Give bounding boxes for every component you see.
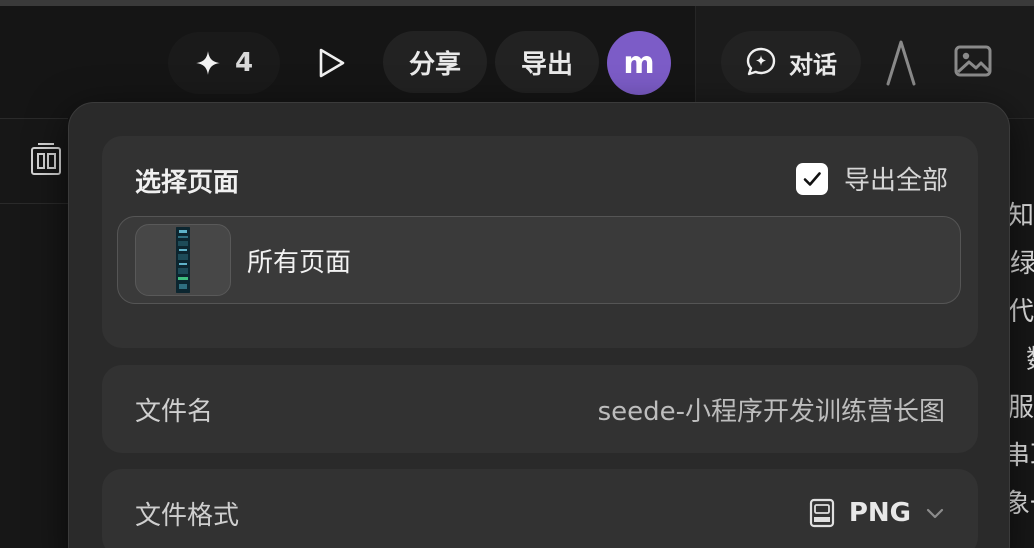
left-panel-divider (0, 203, 68, 204)
chat-button[interactable]: 对话 (721, 31, 861, 93)
image-icon[interactable] (954, 44, 992, 78)
ai-credits-count: 4 (234, 48, 254, 78)
select-page-card: 选择页面 导出全部 所有页面 (102, 136, 978, 348)
sparkle-icon (196, 51, 220, 75)
side-text: 知 (1008, 201, 1034, 231)
export-all-toggle[interactable]: 导出全部 (795, 160, 948, 197)
filename-input[interactable]: seede-小程序开发训练营长图 (598, 391, 945, 428)
chat-label: 对话 (789, 50, 837, 79)
export-button[interactable]: 导出 (495, 31, 599, 93)
select-page-title: 选择页面 (135, 168, 240, 198)
panel-toggle-icon[interactable] (30, 142, 64, 178)
play-icon (319, 48, 345, 78)
left-panel (0, 118, 68, 548)
file-format-select[interactable]: PNG (809, 498, 945, 528)
file-format-label: 文件格式 (135, 500, 240, 531)
user-avatar[interactable]: m (607, 31, 671, 95)
png-file-icon (809, 498, 834, 528)
ai-credits-button[interactable]: 4 (168, 32, 280, 94)
file-format-row: 文件格式 PNG (102, 469, 978, 548)
filename-label: 文件名 (135, 396, 214, 427)
chat-icon (746, 47, 776, 76)
file-format-value: PNG (848, 498, 911, 528)
page-thumbnail-preview (176, 227, 190, 293)
checkmark-icon (803, 171, 821, 186)
export-popover: 选择页面 导出全部 所有页面 文件名 seede-小程序开发训练营长图 文件格式… (68, 102, 1010, 548)
share-button[interactable]: 分享 (383, 31, 487, 93)
page-option-label: 所有页面 (247, 247, 352, 278)
filename-row[interactable]: 文件名 seede-小程序开发训练营长图 (102, 365, 978, 453)
page-option-all[interactable]: 所有页面 (117, 216, 961, 304)
right-panel: 知 绿 代 数 服 串耳 象一 (1008, 118, 1034, 548)
side-text: 串耳 (1008, 443, 1034, 469)
side-text: 服 (1008, 393, 1034, 423)
side-text: 绿 (1010, 249, 1034, 279)
side-text: 代 (1008, 297, 1034, 327)
side-text: 数 (1026, 347, 1034, 373)
export-all-checkbox[interactable] (795, 162, 828, 195)
play-button[interactable] (300, 32, 364, 94)
page-thumbnail (135, 224, 231, 296)
chevron-down-icon (926, 508, 944, 519)
text-tool-icon[interactable] (884, 38, 918, 88)
export-all-label: 导出全部 (843, 166, 948, 196)
side-text: 象一 (1008, 491, 1034, 517)
